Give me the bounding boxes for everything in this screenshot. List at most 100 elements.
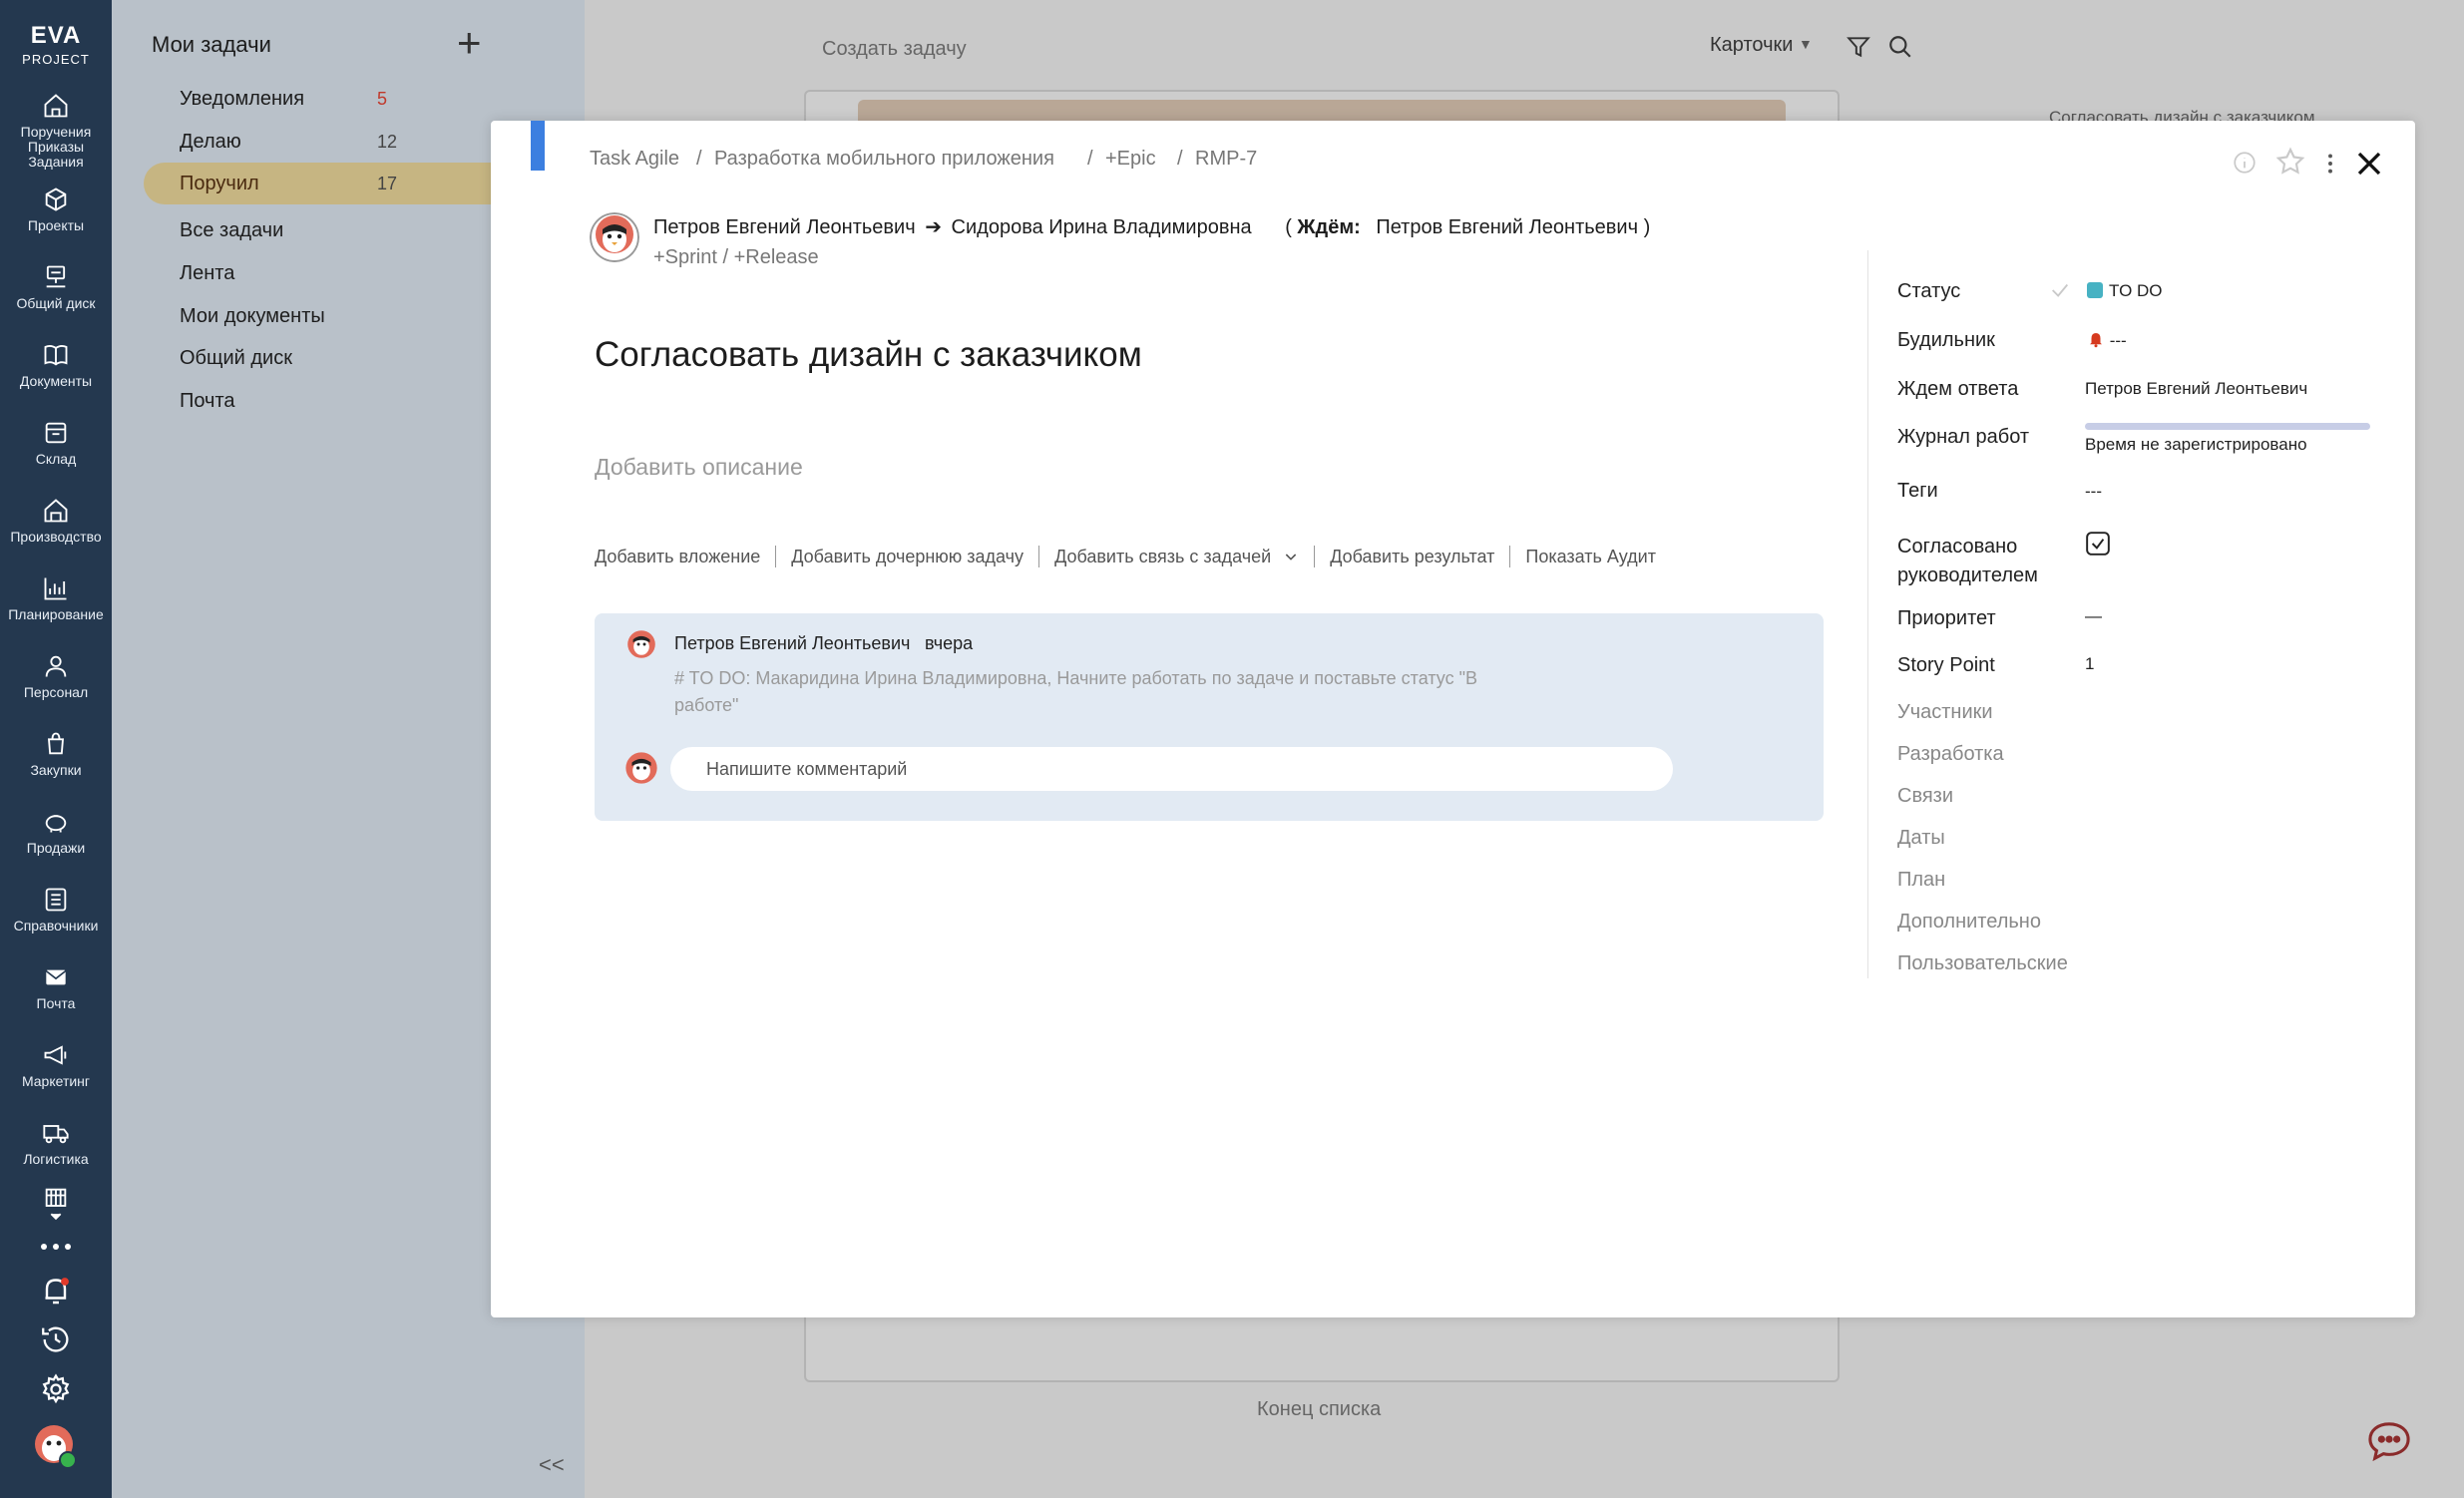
- cube-icon: [45, 187, 67, 211]
- sidebar-item-purchases[interactable]: Закупки: [0, 730, 112, 778]
- breadcrumb-separator: /: [1177, 148, 1183, 170]
- status-text: TO DO: [2109, 281, 2163, 300]
- tasks-panel-title: Мои задачи: [152, 32, 271, 57]
- sprint-release-link[interactable]: +Sprint / +Release: [653, 246, 819, 269]
- assignee-name[interactable]: Сидорова Ирина Владимировна: [952, 216, 1252, 238]
- tasknav-item-feed[interactable]: Лента: [180, 262, 234, 285]
- tasknav-item-notifications[interactable]: Уведомления: [180, 88, 304, 111]
- bell-icon[interactable]: [0, 1273, 112, 1309]
- breadcrumb-separator: /: [696, 148, 702, 170]
- filter-icon[interactable]: [1846, 34, 1871, 60]
- status-value[interactable]: TO DO: [2087, 281, 2163, 301]
- book-icon: [44, 344, 68, 366]
- tasknav-item-shared-drive[interactable]: Общий диск: [180, 347, 292, 370]
- divider: [1509, 546, 1511, 567]
- tasknav-item-doing[interactable]: Делаю: [180, 131, 241, 154]
- info-icon[interactable]: [2232, 150, 2258, 176]
- user-avatar-button[interactable]: [0, 1422, 112, 1470]
- section-plan[interactable]: План: [1897, 869, 1945, 892]
- sidebar-item-label: Поручения Приказы Задания: [20, 124, 92, 170]
- divider: [775, 546, 777, 567]
- add-task-button[interactable]: +: [457, 22, 482, 64]
- section-development[interactable]: Разработка: [1897, 743, 2004, 766]
- more-modules-button[interactable]: [0, 1187, 112, 1225]
- author-name[interactable]: Петров Евгений Леонтьевич: [653, 216, 916, 238]
- divider: [1038, 546, 1040, 567]
- ellipsis-icon[interactable]: [0, 1241, 112, 1253]
- close-icon[interactable]: [2354, 149, 2384, 179]
- app-logo[interactable]: EVA PROJECT: [0, 22, 112, 67]
- tasknav-item-my-documents[interactable]: Мои документы: [180, 305, 325, 328]
- tags-label: Теги: [1897, 480, 1938, 502]
- comment-author[interactable]: Петров Евгений Леонтьевич: [674, 633, 910, 654]
- arrow-icon: ➔: [925, 216, 942, 238]
- alarm-value[interactable]: ---: [2087, 329, 2127, 351]
- section-additional[interactable]: Дополнительно: [1897, 911, 2041, 934]
- sidebar-item-marketing[interactable]: Маркетинг: [0, 1041, 112, 1089]
- sidebar-item-staff[interactable]: Персонал: [0, 652, 112, 700]
- divider: [1314, 546, 1316, 567]
- task-type-accent: [531, 121, 545, 171]
- truck-icon: [43, 1125, 69, 1144]
- description-field[interactable]: Добавить описание: [595, 454, 803, 481]
- more-options-icon[interactable]: [2324, 151, 2336, 177]
- sidebar-item-sales[interactable]: Продажи: [0, 808, 112, 856]
- comments-section: Петров Евгений Леонтьевич вчера # TO DO:…: [595, 613, 1824, 821]
- section-custom[interactable]: Пользовательские: [1897, 952, 2068, 975]
- add-task-link-button[interactable]: Добавить связь с задачей: [1054, 547, 1271, 567]
- tasknav-item-assigned[interactable]: Поручил: [180, 173, 259, 195]
- wait-answer-value[interactable]: Петров Евгений Леонтьевич: [2085, 379, 2307, 399]
- breadcrumb-subproject[interactable]: Разработка мобильного приложения: [714, 148, 1054, 171]
- chevron-down-icon[interactable]: [1283, 549, 1299, 564]
- alarm-label: Будильник: [1897, 329, 1995, 351]
- sidebar-item-mail[interactable]: Почта: [0, 963, 112, 1011]
- search-icon[interactable]: [1887, 34, 1913, 60]
- sidebar-item-label: Документы: [19, 373, 93, 389]
- history-icon[interactable]: [0, 1322, 112, 1356]
- chat-icon[interactable]: [2366, 1420, 2412, 1462]
- sidebar-item-warehouse[interactable]: Склад: [0, 419, 112, 467]
- priority-value[interactable]: —: [2085, 606, 2102, 626]
- approved-checkbox[interactable]: [2085, 531, 2111, 557]
- person-icon: [45, 655, 67, 677]
- logo-sub-text: PROJECT: [22, 52, 90, 67]
- status-label: Статус: [1897, 280, 1961, 302]
- factory-icon: [44, 499, 68, 523]
- tasknav-item-all-tasks[interactable]: Все задачи: [180, 219, 283, 242]
- sidebar-item-logistics[interactable]: Логистика: [0, 1119, 112, 1167]
- story-point-value[interactable]: 1: [2085, 654, 2094, 674]
- approved-label: Согласовано руководителем: [1897, 536, 2038, 586]
- sidebar-item-assignments[interactable]: Поручения Приказы Задания: [0, 92, 112, 170]
- home-icon: [44, 94, 68, 118]
- sidebar-item-projects[interactable]: Проекты: [0, 186, 112, 233]
- worklog-label: Журнал работ: [1897, 426, 2030, 448]
- section-participants[interactable]: Участники: [1897, 701, 1993, 724]
- section-links[interactable]: Связи: [1897, 785, 1953, 808]
- sidebar-item-references[interactable]: Справочники: [0, 886, 112, 934]
- sidebar-item-production[interactable]: Производство: [0, 497, 112, 545]
- tags-value[interactable]: ---: [2085, 482, 2102, 502]
- sidebar-item-planning[interactable]: Планирование: [0, 574, 112, 622]
- task-title[interactable]: Согласовать дизайн с заказчиком: [595, 335, 1142, 375]
- gear-icon[interactable]: [0, 1372, 112, 1406]
- create-task-input[interactable]: Создать задачу: [822, 38, 967, 61]
- star-icon[interactable]: [2274, 146, 2306, 178]
- tasknav-item-mail[interactable]: Почта: [180, 390, 235, 413]
- add-attachment-button[interactable]: Добавить вложение: [595, 547, 760, 567]
- view-mode-label: Карточки: [1710, 34, 1794, 56]
- add-subtask-button[interactable]: Добавить дочернюю задачу: [791, 547, 1024, 567]
- sidebar-item-documents[interactable]: Документы: [0, 341, 112, 389]
- view-mode-select[interactable]: Карточки ▼: [1710, 34, 1813, 57]
- sidebar-item-shared-drive[interactable]: Общий диск: [0, 263, 112, 311]
- comment-input[interactable]: [670, 747, 1673, 791]
- breadcrumb-epic[interactable]: +Epic: [1105, 148, 1156, 171]
- sidebar-item-label: Склад: [35, 451, 77, 467]
- section-dates[interactable]: Даты: [1897, 827, 1945, 850]
- show-audit-button[interactable]: Показать Аудит: [1525, 547, 1656, 567]
- collapse-panel-button[interactable]: <<: [539, 1452, 565, 1478]
- waiting-person[interactable]: Петров Евгений Леонтьевич: [1376, 216, 1638, 238]
- worklog-value[interactable]: Время не зарегистрировано: [2085, 435, 2307, 455]
- breadcrumb-project[interactable]: Task Agile: [590, 148, 679, 171]
- add-result-button[interactable]: Добавить результат: [1330, 547, 1494, 567]
- task-actions-bar: Добавить вложение Добавить дочернюю зада…: [595, 546, 1656, 567]
